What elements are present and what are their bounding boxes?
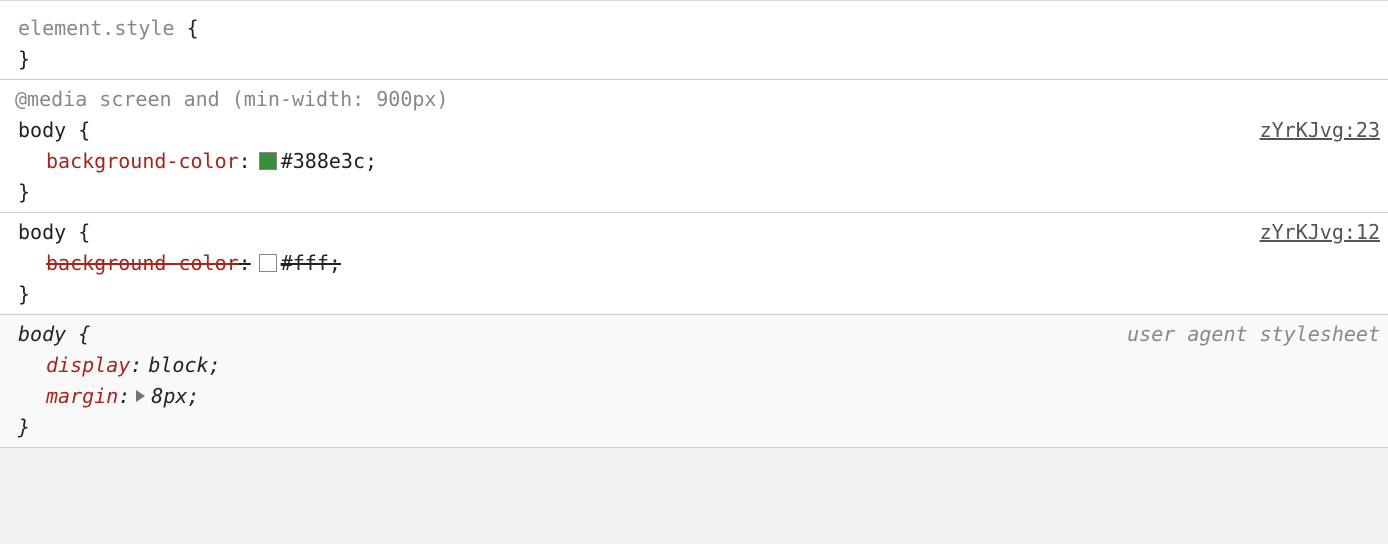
open-brace: {: [187, 16, 199, 40]
selector-body[interactable]: body: [18, 220, 66, 244]
property-name: display: [46, 350, 130, 381]
close-brace: }: [18, 282, 30, 306]
property-name[interactable]: background-color: [46, 251, 239, 275]
selector-body: body: [18, 322, 66, 346]
declaration-display: display: block;: [18, 350, 1380, 381]
declaration-background-color-overridden[interactable]: background-color: #fff;: [18, 248, 1380, 279]
property-name[interactable]: background-color: [46, 146, 239, 177]
open-brace: {: [78, 118, 90, 142]
user-agent-label: user agent stylesheet: [1127, 319, 1380, 350]
expand-arrow-icon[interactable]: [136, 390, 145, 402]
media-body-rule[interactable]: @media screen and (min-width: 900px) bod…: [0, 79, 1388, 212]
open-brace: {: [78, 220, 90, 244]
colon: :: [118, 381, 130, 412]
semicolon: ;: [329, 251, 341, 275]
declaration-background-color[interactable]: background-color: #388e3c;: [18, 146, 1380, 177]
element-style-rule[interactable]: element.style { }: [0, 0, 1388, 79]
selector-body[interactable]: body: [18, 118, 66, 142]
property-value: block: [148, 350, 208, 381]
close-brace: }: [18, 180, 30, 204]
source-link[interactable]: zYrKJvg:12: [1260, 217, 1380, 248]
color-swatch-icon[interactable]: [259, 254, 277, 272]
selector-element-style[interactable]: element.style: [18, 16, 175, 40]
color-swatch-icon[interactable]: [259, 152, 277, 170]
styles-panel: element.style { } @media screen and (min…: [0, 0, 1388, 448]
semicolon: ;: [209, 350, 221, 381]
semicolon: ;: [187, 381, 199, 412]
body-rule[interactable]: body { zYrKJvg:12 background-color: #fff…: [0, 212, 1388, 314]
media-query-text[interactable]: @media screen and (min-width: 900px): [15, 84, 1380, 115]
semicolon: ;: [365, 146, 377, 177]
source-link[interactable]: zYrKJvg:23: [1260, 115, 1380, 146]
declaration-margin: margin: 8px;: [18, 381, 1380, 412]
open-brace: {: [78, 322, 90, 346]
colon: :: [130, 350, 142, 381]
property-value: 8px: [151, 381, 187, 412]
colon: :: [239, 146, 251, 177]
user-agent-rule: body { user agent stylesheet display: bl…: [0, 314, 1388, 448]
property-value[interactable]: #388e3c: [281, 146, 365, 177]
colon: :: [239, 251, 251, 275]
close-brace: }: [18, 47, 30, 71]
property-name: margin: [46, 381, 118, 412]
property-value[interactable]: #fff: [281, 251, 329, 275]
close-brace: }: [18, 415, 30, 439]
